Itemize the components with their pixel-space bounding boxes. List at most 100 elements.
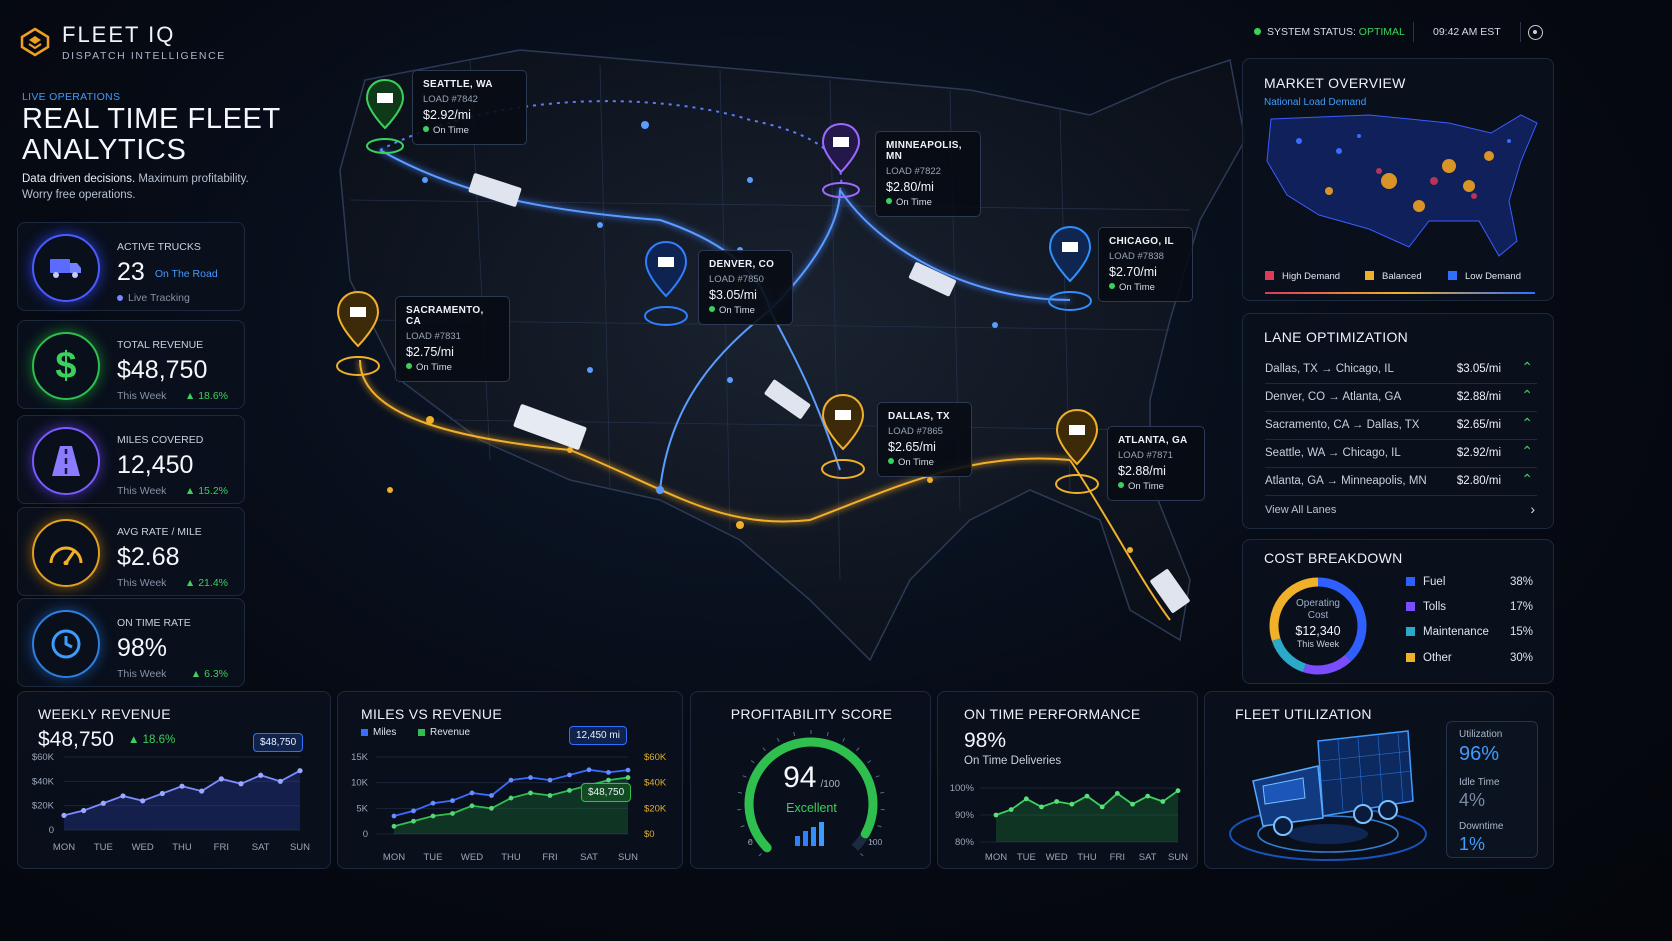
data-point[interactable]: [1160, 799, 1166, 804]
data-point[interactable]: [179, 783, 185, 789]
data-point[interactable]: [297, 768, 303, 774]
map-card-seattle[interactable]: SEATTLE, WA LOAD #7842 $2.92/mi On Time: [412, 70, 527, 145]
data-point[interactable]: [586, 767, 592, 773]
on-time-chart[interactable]: 80% 90% 100% MON TUE WED THU FRI SAT SUN: [938, 772, 1199, 867]
data-point[interactable]: [469, 803, 475, 809]
lane-row[interactable]: Atlanta, GA → Minneapolis, MN $2.80/mi ⌃: [1265, 468, 1537, 496]
data-point[interactable]: [508, 777, 514, 783]
data-point[interactable]: [1114, 791, 1120, 796]
map-pin-seattle[interactable]: [365, 78, 405, 163]
cost-pct: 38%: [1510, 576, 1534, 588]
data-point[interactable]: [1175, 788, 1181, 794]
y-tick-label: 5K: [356, 803, 368, 814]
lane-row[interactable]: Seattle, WA → Chicago, IL $2.92/mi ⌃: [1265, 440, 1537, 468]
settings-icon[interactable]: [1528, 25, 1543, 40]
data-point[interactable]: [567, 787, 572, 793]
data-point[interactable]: [1054, 799, 1060, 804]
data-point[interactable]: [411, 818, 416, 824]
data-point[interactable]: [1130, 801, 1135, 807]
map-card-chicago[interactable]: CHICAGO, IL LOAD #7838 $2.70/mi On Time: [1098, 227, 1193, 302]
chevron-right-icon[interactable]: ›: [1530, 501, 1535, 517]
y2-tick-label: $40K: [644, 778, 667, 789]
map-card-atlanta[interactable]: ATLANTA, GA LOAD #7871 $2.88/mi On Time: [1107, 426, 1205, 501]
data-point[interactable]: [625, 767, 631, 773]
card-load: LOAD #7842: [423, 94, 478, 105]
data-point[interactable]: [120, 793, 126, 799]
data-point[interactable]: [258, 772, 264, 778]
map-pin-minneapolis[interactable]: [821, 122, 861, 207]
kpi-on-time-rate[interactable]: ON TIME RATE 98% This Week ▲ 6.3%: [17, 598, 245, 687]
x-tick-label: MON: [53, 842, 75, 853]
data-point[interactable]: [1008, 807, 1014, 812]
map-pin-sacramento[interactable]: [336, 290, 380, 387]
card-city: DALLAS, TX: [888, 411, 950, 422]
data-point[interactable]: [489, 793, 494, 798]
data-point[interactable]: [450, 798, 455, 804]
data-point[interactable]: [567, 772, 572, 778]
lane-row[interactable]: Denver, CO → Atlanta, GA $2.88/mi ⌃: [1265, 384, 1537, 412]
data-point[interactable]: [430, 800, 436, 806]
donut-slice-tolls[interactable]: [1303, 654, 1352, 675]
data-point[interactable]: [606, 770, 611, 775]
data-point[interactable]: [1145, 793, 1151, 799]
miles-vs-revenue-chart[interactable]: 0 5K 10K 15K $0 $20K $40K $60K MON TUE WED THU FRI SA…: [338, 747, 684, 867]
gauge-max-label: 100: [868, 837, 883, 847]
data-point[interactable]: [1069, 801, 1075, 807]
kpi-total-revenue[interactable]: $ TOTAL REVENUE $48,750 This Week ▲ 18.6…: [17, 320, 245, 409]
data-point[interactable]: [411, 808, 416, 814]
data-point[interactable]: [391, 823, 397, 829]
legend-gradient: [1265, 292, 1535, 294]
data-point[interactable]: [199, 788, 205, 794]
data-point[interactable]: [1099, 804, 1105, 810]
kpi-avg-rate[interactable]: AVG RATE / MILE $2.68 This Week ▲ 21.4%: [17, 507, 245, 596]
map-pin-denver[interactable]: [644, 240, 688, 337]
data-point[interactable]: [547, 793, 553, 798]
data-point[interactable]: [430, 813, 436, 819]
data-point[interactable]: [1084, 793, 1090, 799]
data-point[interactable]: [528, 790, 533, 796]
kpi-label: TOTAL REVENUE: [117, 339, 204, 351]
kpi-active-trucks[interactable]: ACTIVE TRUCKS 23 On The Road Live Trackin…: [17, 222, 245, 311]
legend-swatch: [1406, 602, 1415, 611]
data-point[interactable]: [81, 807, 87, 814]
data-point[interactable]: [993, 812, 999, 818]
map-card-sacramento[interactable]: SACRAMENTO, CA LOAD #7831 $2.75/mi On Time: [395, 296, 510, 382]
data-point[interactable]: [1023, 796, 1029, 802]
data-point[interactable]: [469, 790, 475, 796]
view-all-lanes-link[interactable]: View All Lanes: [1265, 504, 1336, 516]
legend-swatch: [418, 729, 425, 736]
lane-row[interactable]: Sacramento, CA → Dallas, TX $2.65/mi ⌃: [1265, 412, 1537, 440]
y2-tick-label: $0: [644, 829, 655, 840]
data-point[interactable]: [547, 777, 553, 783]
data-point[interactable]: [61, 812, 67, 818]
kpi-value: 23 On The Road: [117, 258, 218, 287]
demand-heatmap[interactable]: [1259, 111, 1541, 261]
data-point[interactable]: [606, 777, 611, 783]
map-pin-atlanta[interactable]: [1055, 408, 1099, 505]
map-pin-chicago[interactable]: [1048, 225, 1092, 322]
weekly-revenue-chart[interactable]: 0 $20K $40K $60K MON TUE WED THU FRI SAT SUN: [18, 752, 332, 867]
revenue-change-value: 18.6%: [142, 734, 176, 746]
data-point[interactable]: [218, 776, 224, 782]
kpi-miles-covered[interactable]: MILES COVERED 12,450 This Week ▲ 15.2%: [17, 415, 245, 504]
data-point[interactable]: [159, 790, 165, 797]
map-pin-dallas[interactable]: [821, 393, 865, 490]
kpi-footer: This Week: [117, 485, 167, 497]
data-point[interactable]: [489, 805, 494, 811]
data-point[interactable]: [625, 775, 631, 780]
map-card-denver[interactable]: DENVER, CO LOAD #7850 $3.05/mi On Time: [698, 250, 793, 325]
data-point[interactable]: [508, 795, 514, 801]
lane-route: Dallas, TX → Chicago, IL: [1265, 363, 1394, 375]
data-point[interactable]: [450, 811, 455, 816]
map-card-minneapolis[interactable]: MINNEAPOLIS, MN LOAD #7822 $2.80/mi On Time: [875, 131, 981, 217]
data-point[interactable]: [277, 778, 283, 784]
data-point[interactable]: [391, 813, 397, 819]
lane-row[interactable]: Dallas, TX → Chicago, IL $3.05/mi ⌃: [1265, 356, 1537, 384]
map-card-dallas[interactable]: DALLAS, TX LOAD #7865 $2.65/mi On Time: [877, 402, 972, 477]
data-point[interactable]: [100, 800, 106, 806]
data-point[interactable]: [238, 781, 244, 787]
data-point[interactable]: [1039, 804, 1044, 810]
data-point[interactable]: [528, 775, 533, 780]
cost-breakdown-panel: COST BREAKDOWN Operating Cost $12,340 Th…: [1242, 539, 1554, 684]
data-point[interactable]: [140, 798, 146, 804]
